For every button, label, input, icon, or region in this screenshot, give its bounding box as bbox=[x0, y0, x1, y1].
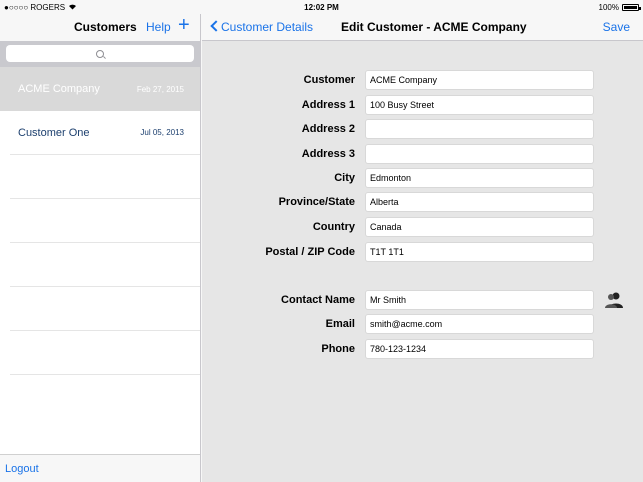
contact-name-label: Contact Name bbox=[281, 294, 355, 306]
city-field[interactable] bbox=[365, 168, 594, 188]
battery-icon bbox=[622, 3, 641, 11]
contact-name-row: Contact Name bbox=[202, 290, 643, 310]
save-button[interactable]: Save bbox=[603, 20, 630, 34]
customers-nav-bar: Customers Help + bbox=[0, 14, 200, 41]
address3-label: Address 3 bbox=[301, 148, 355, 160]
help-button[interactable]: Help bbox=[146, 20, 171, 34]
phone-label: Phone bbox=[321, 343, 355, 355]
email-label: Email bbox=[325, 318, 355, 330]
battery-label: 100% bbox=[598, 2, 619, 12]
empty-list-row bbox=[10, 287, 200, 331]
empty-list-row bbox=[10, 331, 200, 375]
empty-list-row bbox=[10, 155, 200, 199]
list-item[interactable]: Customer One Jul 05, 2013 bbox=[10, 111, 200, 155]
phone-field[interactable] bbox=[365, 339, 594, 359]
search-icon bbox=[96, 49, 104, 58]
page-title: Edit Customer - ACME Company bbox=[341, 20, 527, 34]
email-field[interactable] bbox=[365, 314, 594, 334]
phone-row: Phone bbox=[202, 339, 643, 359]
customer-name: ACME Company bbox=[18, 83, 100, 95]
search-input[interactable] bbox=[6, 45, 194, 62]
customer-date: Jul 05, 2013 bbox=[140, 128, 184, 137]
list-item[interactable]: ACME Company Feb 27, 2015 bbox=[0, 67, 200, 111]
customer-label: Customer bbox=[303, 74, 355, 86]
customer-list: ACME Company Feb 27, 2015 Customer One J… bbox=[0, 67, 200, 375]
address1-field[interactable] bbox=[365, 95, 594, 115]
empty-list-row bbox=[10, 199, 200, 243]
customers-panel: Customers Help + ACME Company Feb 27, 20… bbox=[0, 14, 201, 482]
address1-label: Address 1 bbox=[301, 99, 355, 111]
add-customer-button[interactable]: + bbox=[178, 15, 190, 35]
customer-row: Customer bbox=[202, 70, 643, 90]
address2-field[interactable] bbox=[365, 119, 594, 139]
customer-name: Customer One bbox=[18, 126, 90, 139]
status-time: 12:02 PM bbox=[304, 2, 339, 12]
chevron-left-icon[interactable] bbox=[210, 20, 222, 32]
customer-field[interactable] bbox=[365, 70, 594, 90]
country-label: Country bbox=[312, 221, 355, 233]
address1-row: Address 1 bbox=[202, 95, 643, 115]
status-bar: ●○○○○ ROGERS 12:02 PM 100% bbox=[0, 0, 643, 14]
edit-customer-panel: Customer Details Edit Customer - ACME Co… bbox=[202, 14, 643, 482]
postal-row: Postal / ZIP Code bbox=[202, 242, 643, 262]
contacts-icon[interactable] bbox=[604, 291, 624, 309]
back-button[interactable]: Customer Details bbox=[221, 20, 313, 34]
address2-row: Address 2 bbox=[202, 119, 643, 139]
customer-date: Feb 27, 2015 bbox=[136, 84, 184, 94]
postal-field[interactable] bbox=[365, 242, 594, 262]
province-field[interactable] bbox=[365, 192, 594, 212]
contact-name-field[interactable] bbox=[365, 290, 594, 310]
postal-label: Postal / ZIP Code bbox=[265, 246, 355, 258]
search-bar bbox=[0, 41, 200, 67]
country-row: Country bbox=[202, 217, 643, 237]
detail-nav-bar: Customer Details Edit Customer - ACME Co… bbox=[202, 14, 643, 41]
customers-toolbar: Logout bbox=[0, 454, 200, 482]
province-row: Province/State bbox=[202, 192, 643, 212]
city-row: City bbox=[202, 168, 643, 188]
status-right: 100% bbox=[598, 2, 641, 12]
email-row: Email bbox=[202, 314, 643, 334]
address3-row: Address 3 bbox=[202, 144, 643, 164]
empty-list-row bbox=[10, 243, 200, 287]
address3-field[interactable] bbox=[365, 144, 594, 164]
province-label: Province/State bbox=[278, 196, 355, 208]
logout-button[interactable]: Logout bbox=[5, 463, 39, 475]
country-field[interactable] bbox=[365, 217, 594, 237]
customers-title: Customers bbox=[74, 20, 137, 34]
city-label: City bbox=[334, 172, 355, 184]
address2-label: Address 2 bbox=[301, 123, 355, 135]
